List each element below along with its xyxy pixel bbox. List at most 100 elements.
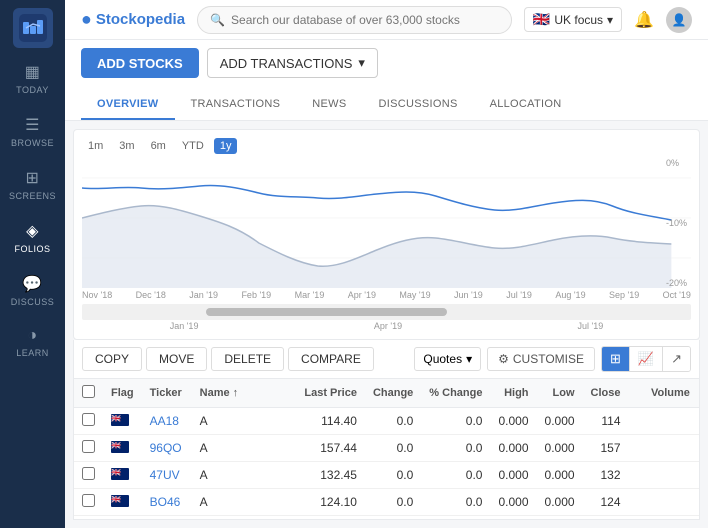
action-buttons: ADD STOCKS ADD TRANSACTIONS ▾ bbox=[81, 48, 692, 78]
tab-news[interactable]: NEWS bbox=[296, 90, 362, 120]
row-ticker-3[interactable]: BO46 bbox=[142, 489, 192, 516]
row-name-0[interactable]: A bbox=[192, 408, 297, 435]
toolbar-right: Quotes ▾ ⚙ CUSTOMISE ⊞ 📈 ↗ bbox=[414, 346, 691, 372]
header-high[interactable]: High bbox=[490, 379, 536, 408]
search-bar[interactable]: 🔍 bbox=[197, 6, 512, 34]
row-name-2[interactable]: A bbox=[192, 462, 297, 489]
table-header-row: Flag Ticker Name ↑ Last Price Change % C… bbox=[74, 379, 700, 408]
chart-pct-labels: 0% -10% -20% bbox=[666, 158, 687, 288]
export-button[interactable]: ↗ bbox=[663, 347, 690, 371]
row-select-0[interactable] bbox=[82, 413, 95, 426]
chart-scrollbar-labels: Jan '19 Apr '19 Jul '19 bbox=[82, 321, 691, 331]
row-ticker-0[interactable]: AA18 bbox=[142, 408, 192, 435]
row-low-0: 0.000 bbox=[537, 408, 583, 435]
row-low-4: 3.91 bbox=[537, 516, 583, 521]
row-last-price-0: 114.40 bbox=[296, 408, 365, 435]
row-change-1: 0.0 bbox=[365, 435, 421, 462]
row-high-2: 0.000 bbox=[490, 462, 536, 489]
header-checkbox[interactable] bbox=[74, 379, 103, 408]
chart-scrollbar[interactable] bbox=[82, 304, 691, 320]
header-ticker[interactable]: Ticker bbox=[142, 379, 192, 408]
quotes-dropdown[interactable]: Quotes ▾ bbox=[414, 347, 481, 371]
time-filter-ytd[interactable]: YTD bbox=[176, 138, 210, 154]
table-toolbar: COPY MOVE DELETE COMPARE Quotes ▾ ⚙ CUST… bbox=[73, 340, 700, 379]
discuss-icon: 💬 bbox=[22, 274, 42, 294]
row-mkt-cap-2 bbox=[698, 462, 700, 489]
row-low-3: 0.000 bbox=[537, 489, 583, 516]
stocks-table: Flag Ticker Name ↑ Last Price Change % C… bbox=[74, 379, 700, 520]
row-last-price-4: 3.98 bbox=[296, 516, 365, 521]
row-select-3[interactable] bbox=[82, 494, 95, 507]
learn-icon: ◑ bbox=[27, 327, 37, 345]
row-ticker-1[interactable]: 96QO bbox=[142, 435, 192, 462]
row-checkbox-3[interactable] bbox=[74, 489, 103, 516]
header-flag: Flag bbox=[103, 379, 142, 408]
grid-view-button[interactable]: ⊞ bbox=[602, 347, 630, 371]
row-flag-2: 🇬🇧 bbox=[103, 462, 142, 489]
sidebar-item-browse[interactable]: ☰ BROWSE bbox=[0, 105, 65, 158]
row-ticker-4[interactable]: AB bbox=[142, 516, 192, 521]
row-high-0: 0.000 bbox=[490, 408, 536, 435]
add-transactions-button[interactable]: ADD TRANSACTIONS ▾ bbox=[207, 48, 378, 78]
row-select-1[interactable] bbox=[82, 440, 95, 453]
row-ticker-2[interactable]: 47UV bbox=[142, 462, 192, 489]
row-name-1[interactable]: A bbox=[192, 435, 297, 462]
uk-focus-chevron-icon: ▾ bbox=[607, 13, 613, 27]
header-last-price[interactable]: Last Price bbox=[296, 379, 365, 408]
time-filter-1m[interactable]: 1m bbox=[82, 138, 109, 154]
move-button[interactable]: MOVE bbox=[146, 347, 207, 371]
sidebar-item-folios[interactable]: ◈ FOLIOS bbox=[0, 211, 65, 264]
time-filter-3m[interactable]: 3m bbox=[113, 138, 140, 154]
select-all-checkbox[interactable] bbox=[82, 385, 95, 398]
search-input[interactable] bbox=[231, 13, 499, 27]
folios-icon: ◈ bbox=[26, 221, 39, 241]
header-name[interactable]: Name ↑ bbox=[192, 379, 297, 408]
header-close[interactable]: Close bbox=[583, 379, 629, 408]
row-name-4[interactable]: Ab Science Sa bbox=[192, 516, 297, 521]
row-checkbox-1[interactable] bbox=[74, 435, 103, 462]
row-flag-0: 🇬🇧 bbox=[103, 408, 142, 435]
row-checkbox-4[interactable] bbox=[74, 516, 103, 521]
header-volume[interactable]: Volume bbox=[629, 379, 698, 408]
row-select-2[interactable] bbox=[82, 467, 95, 480]
user-avatar[interactable]: 👤 bbox=[666, 7, 692, 33]
header-low[interactable]: Low bbox=[537, 379, 583, 408]
main-content: ● Stockopedia 🔍 🇬🇧 UK focus ▾ 🔔 👤 ADD ST… bbox=[65, 0, 708, 528]
add-stocks-button[interactable]: ADD STOCKS bbox=[81, 48, 199, 78]
customise-button[interactable]: ⚙ CUSTOMISE bbox=[487, 347, 595, 371]
scrollbar-handle[interactable] bbox=[206, 308, 446, 316]
time-filter-1y[interactable]: 1y bbox=[214, 138, 238, 154]
time-filter-6m[interactable]: 6m bbox=[145, 138, 172, 154]
row-low-2: 0.000 bbox=[537, 462, 583, 489]
copy-button[interactable]: COPY bbox=[82, 347, 142, 371]
tab-allocation[interactable]: ALLOCATION bbox=[474, 90, 578, 120]
delete-button[interactable]: DELETE bbox=[211, 347, 284, 371]
row-close-0: 114 bbox=[583, 408, 629, 435]
uk-focus-button[interactable]: 🇬🇧 UK focus ▾ bbox=[524, 7, 622, 32]
sidebar-item-screens[interactable]: ⊞ SCREENS bbox=[0, 158, 65, 211]
notifications-icon[interactable]: 🔔 bbox=[634, 10, 654, 30]
row-mkt-cap-0 bbox=[698, 408, 700, 435]
chart-view-button[interactable]: 📈 bbox=[630, 347, 663, 371]
tab-discussions[interactable]: DISCUSSIONS bbox=[362, 90, 473, 120]
compare-button[interactable]: COMPARE bbox=[288, 347, 374, 371]
header-change[interactable]: Change bbox=[365, 379, 421, 408]
header-mkt-cap[interactable]: Mkt Cap £m bbox=[698, 379, 700, 408]
row-name-3[interactable]: A bbox=[192, 489, 297, 516]
row-checkbox-2[interactable] bbox=[74, 462, 103, 489]
sidebar-logo[interactable] bbox=[13, 8, 53, 48]
row-high-4: 3.98 bbox=[490, 516, 536, 521]
sidebar-item-discuss[interactable]: 💬 DISCUSS bbox=[0, 264, 65, 317]
portfolio-header: ADD STOCKS ADD TRANSACTIONS ▾ OVERVIEW T… bbox=[65, 40, 708, 121]
sidebar-item-learn[interactable]: ◑ LEARN bbox=[0, 317, 65, 368]
customise-gear-icon: ⚙ bbox=[498, 352, 509, 366]
tab-overview[interactable]: OVERVIEW bbox=[81, 90, 175, 120]
row-volume-1 bbox=[629, 435, 698, 462]
row-checkbox-0[interactable] bbox=[74, 408, 103, 435]
row-volume-3 bbox=[629, 489, 698, 516]
tab-transactions[interactable]: TRANSACTIONS bbox=[175, 90, 297, 120]
chart-area: 1m 3m 6m YTD 1y 0% -10% -20% bbox=[73, 129, 700, 340]
header-pct-change[interactable]: % Change bbox=[421, 379, 490, 408]
sidebar-item-today[interactable]: ▦ TODAY bbox=[0, 52, 65, 105]
row-change-0: 0.0 bbox=[365, 408, 421, 435]
